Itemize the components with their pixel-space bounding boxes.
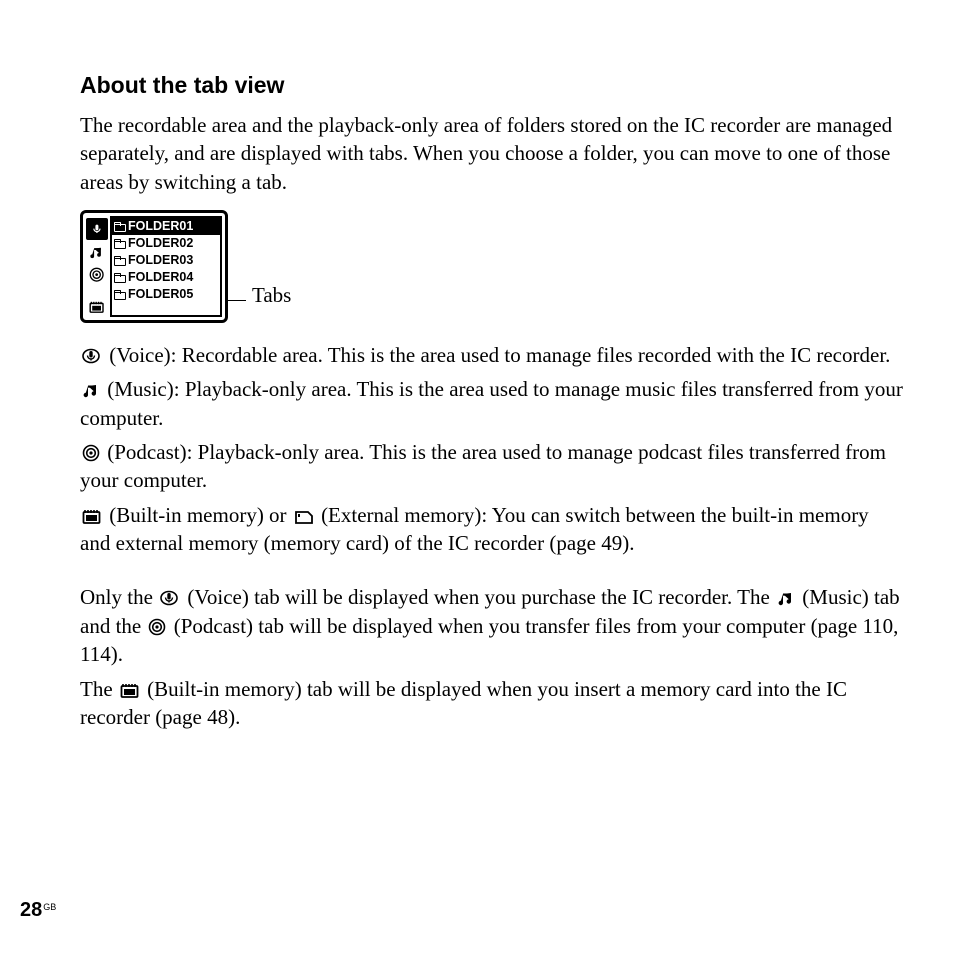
voice-definition: (Voice): Recordable area. This is the ar… <box>80 341 904 369</box>
music-icon <box>82 383 100 399</box>
intro-paragraph: The recordable area and the playback-onl… <box>80 111 904 196</box>
builtin-memory-icon <box>120 683 140 699</box>
podcast-icon <box>148 618 166 636</box>
tabs-annotation: Tabs <box>252 281 291 309</box>
voice-icon <box>82 348 102 365</box>
folder-row: FOLDER03 <box>112 252 220 269</box>
folder-row: FOLDER04 <box>112 269 220 286</box>
note-voice-tab: Only the (Voice) tab will be displayed w… <box>80 583 904 668</box>
folder-row: FOLDER01 <box>112 218 220 235</box>
folder-row: FOLDER05 <box>112 286 220 303</box>
podcast-icon <box>82 444 100 462</box>
tabs-column <box>86 216 108 317</box>
annotation-line <box>228 300 246 301</box>
music-icon <box>777 591 795 607</box>
tab-view-figure: FOLDER01 FOLDER02 FOLDER03 FOLDER04 FOLD… <box>80 210 904 323</box>
builtin-memory-icon <box>82 509 102 525</box>
music-definition: (Music): Playback-only area. This is the… <box>80 375 904 432</box>
folder-row: FOLDER02 <box>112 235 220 252</box>
memory-tab-icon <box>86 299 108 317</box>
device-screen: FOLDER01 FOLDER02 FOLDER03 FOLDER04 FOLD… <box>80 210 228 323</box>
folder-icon <box>114 290 126 300</box>
memory-definition: (Built-in memory) or (External memory): … <box>80 501 904 558</box>
folder-icon <box>114 273 126 283</box>
voice-icon <box>160 590 180 607</box>
folder-icon <box>114 239 126 249</box>
podcast-definition: (Podcast): Playback-only area. This is t… <box>80 438 904 495</box>
voice-tab-icon <box>86 218 108 240</box>
external-memory-icon <box>294 509 314 525</box>
page-number: 28GB <box>20 897 56 924</box>
folder-icon <box>114 256 126 266</box>
podcast-tab-icon <box>86 266 108 284</box>
folder-icon <box>114 222 126 232</box>
music-tab-icon <box>86 244 108 262</box>
section-heading: About the tab view <box>80 70 904 101</box>
note-memory-tab: The (Built-in memory) tab will be displa… <box>80 675 904 732</box>
folder-list: FOLDER01 FOLDER02 FOLDER03 FOLDER04 FOLD… <box>110 216 222 317</box>
